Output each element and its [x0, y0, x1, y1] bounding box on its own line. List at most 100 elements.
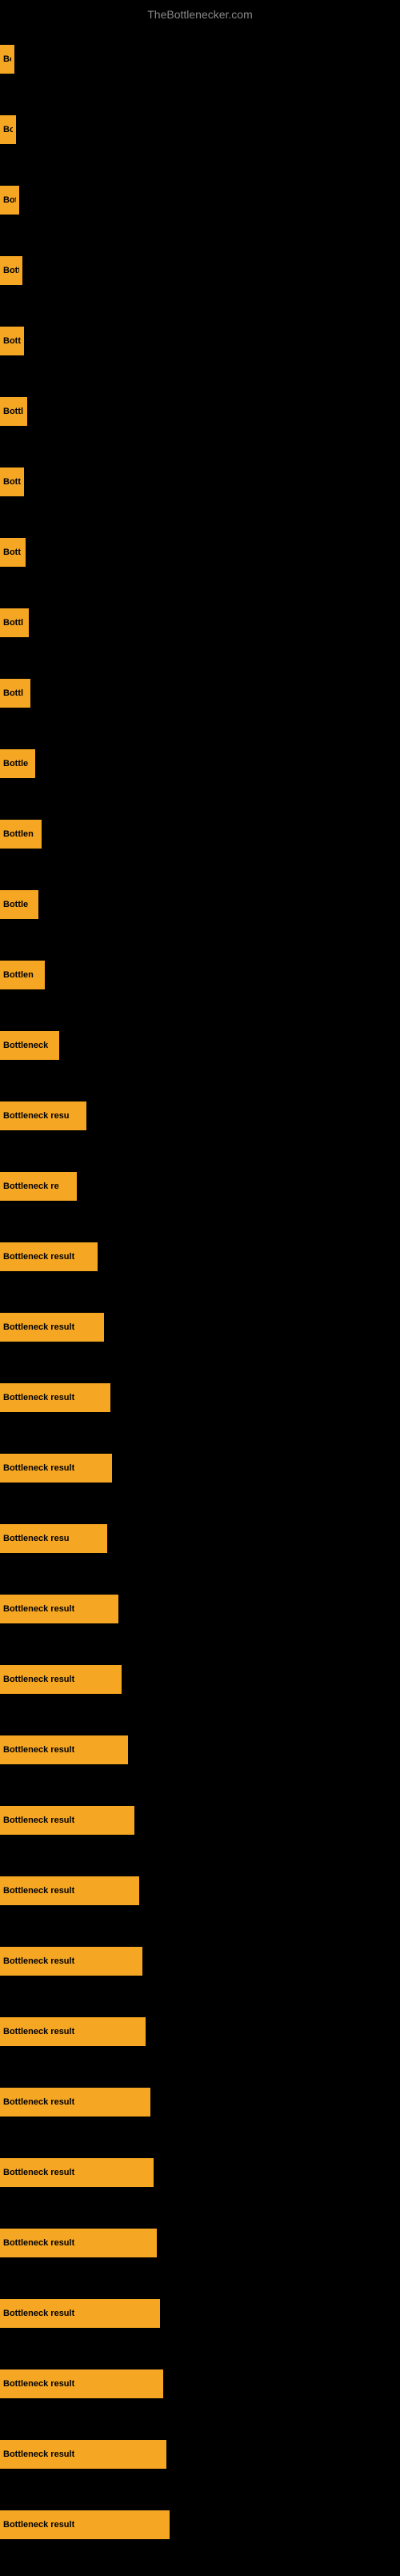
- bar-row: Bottl: [0, 376, 400, 447]
- bar-row: Bottleneck result: [0, 1574, 400, 1644]
- bar-row: Bottleneck result: [0, 1785, 400, 1856]
- bar-wrapper: Bott: [0, 327, 24, 355]
- bar: Bottl: [0, 679, 30, 708]
- bar-label: Bottl: [3, 618, 23, 628]
- bar: Bott: [0, 327, 24, 355]
- bar-label: Bottleneck resu: [3, 1534, 70, 1543]
- bar-row: Bottleneck result: [0, 1433, 400, 1503]
- bar-row: Bottleneck result: [0, 2419, 400, 2490]
- bar: Bottlen: [0, 961, 45, 989]
- bar-wrapper: Bottlen: [0, 820, 42, 849]
- bar: Bottleneck result: [0, 2510, 170, 2539]
- bar-wrapper: Bottleneck result: [0, 1735, 128, 1764]
- bar-wrapper: Bott: [0, 538, 26, 567]
- bar: Bottleneck result: [0, 2088, 150, 2117]
- bar-label: Bottleneck result: [3, 2238, 74, 2248]
- bar: Bot: [0, 186, 19, 215]
- bar: Bottl: [0, 397, 27, 426]
- bar-wrapper: Bottleneck result: [0, 1595, 118, 1623]
- bar-wrapper: Bottleneck result: [0, 1313, 104, 1342]
- bar-label: Bottleneck: [3, 1041, 48, 1050]
- bar-wrapper: Bottleneck result: [0, 1242, 98, 1271]
- bar-wrapper: Bottlen: [0, 961, 45, 989]
- bar: Bottl: [0, 608, 29, 637]
- bar-wrapper: Bottleneck result: [0, 1806, 134, 1835]
- bar-row: Bottlen: [0, 799, 400, 869]
- bar-wrapper: Bottleneck result: [0, 1876, 139, 1905]
- bar-row: Bottleneck resu: [0, 1081, 400, 1151]
- bar-wrapper: Bottl: [0, 608, 29, 637]
- bar-label: Bottleneck result: [3, 1745, 74, 1755]
- bar-wrapper: Bottle: [0, 890, 38, 919]
- bar-wrapper: Bottleneck: [0, 1031, 59, 1060]
- bar-row: Bottl: [0, 588, 400, 658]
- bar-wrapper: Bottleneck result: [0, 2510, 170, 2539]
- bar-label: Bottleneck result: [3, 2520, 74, 2530]
- bar-wrapper: Bottleneck re: [0, 1172, 77, 1201]
- bar-wrapper: Bottleneck result: [0, 1665, 122, 1694]
- bar-label: Bottleneck result: [3, 2168, 74, 2177]
- bar-row: Bott: [0, 306, 400, 376]
- bar: Bottleneck result: [0, 2017, 146, 2046]
- bar: Bottleneck result: [0, 1313, 104, 1342]
- bar-label: Bottlen: [3, 829, 34, 839]
- bar: Bottle: [0, 749, 35, 778]
- bar-wrapper: Bottleneck result: [0, 2088, 150, 2117]
- bar: Bottleneck result: [0, 2299, 160, 2328]
- bar-label: Bottleneck result: [3, 2027, 74, 2036]
- bar-wrapper: Bottleneck result: [0, 1383, 110, 1412]
- bar-label: Bott: [3, 266, 19, 275]
- bar: Bo: [0, 45, 14, 74]
- bar-wrapper: Bottleneck result: [0, 2229, 157, 2257]
- bar: Bottleneck resu: [0, 1524, 107, 1553]
- bar-label: Bottleneck result: [3, 1675, 74, 1684]
- bar: Bottleneck result: [0, 1242, 98, 1271]
- bar: Bottleneck result: [0, 1876, 139, 1905]
- bar-row: Bottleneck result: [0, 1644, 400, 1715]
- bar-row: Bottleneck result: [0, 2490, 400, 2560]
- bar: Bottleneck result: [0, 1454, 112, 1483]
- bar-wrapper: Bottleneck result: [0, 2017, 146, 2046]
- bar: Bottleneck result: [0, 2229, 157, 2257]
- bar-row: Bottleneck: [0, 1010, 400, 1081]
- bar-wrapper: Bott: [0, 467, 24, 496]
- bar-row: Bo: [0, 94, 400, 165]
- bar-wrapper: Bott: [0, 256, 22, 285]
- bar: Bo: [0, 115, 16, 144]
- bar-row: Bottleneck result: [0, 2137, 400, 2208]
- bar-wrapper: Bottl: [0, 679, 30, 708]
- bar-row: Bottleneck result: [0, 1856, 400, 1926]
- bar-label: Bottleneck result: [3, 1956, 74, 1966]
- bar-wrapper: Bottleneck result: [0, 1454, 112, 1483]
- bar: Bottleneck result: [0, 2369, 163, 2398]
- bar-wrapper: Bot: [0, 186, 19, 215]
- bar-wrapper: Bottleneck result: [0, 2299, 160, 2328]
- bar-row: Bottleneck result: [0, 1222, 400, 1292]
- site-title: TheBottlenecker.com: [0, 3, 400, 26]
- bar-label: Bottleneck result: [3, 1393, 74, 1402]
- bar-row: Bott: [0, 517, 400, 588]
- bar: Bott: [0, 256, 22, 285]
- bar-label: Bottleneck result: [3, 1252, 74, 1262]
- bar-row: Bott: [0, 235, 400, 306]
- bar-label: Bott: [3, 336, 21, 346]
- bar-label: Bottleneck result: [3, 2097, 74, 2107]
- bar-row: Bottle: [0, 869, 400, 940]
- bar-row: Bottleneck result: [0, 1996, 400, 2067]
- bar-wrapper: Bottleneck resu: [0, 1524, 107, 1553]
- bar-label: Bot: [3, 195, 16, 205]
- bar: Bottleneck result: [0, 1595, 118, 1623]
- bar: Bottleneck: [0, 1031, 59, 1060]
- bar-row: Bottleneck resu: [0, 1503, 400, 1574]
- bar: Bottleneck result: [0, 1665, 122, 1694]
- bar: Bott: [0, 538, 26, 567]
- bar-label: Bottleneck result: [3, 1886, 74, 1896]
- bar-label: Bo: [3, 125, 13, 134]
- bar-label: Bottleneck result: [3, 1604, 74, 1614]
- bar-row: Bottl: [0, 658, 400, 728]
- bar-wrapper: Bottleneck result: [0, 2369, 163, 2398]
- bar-row: Bottleneck result: [0, 1715, 400, 1785]
- bar-row: Bot: [0, 165, 400, 235]
- bar: Bottle: [0, 890, 38, 919]
- bar-row: Bottle: [0, 728, 400, 799]
